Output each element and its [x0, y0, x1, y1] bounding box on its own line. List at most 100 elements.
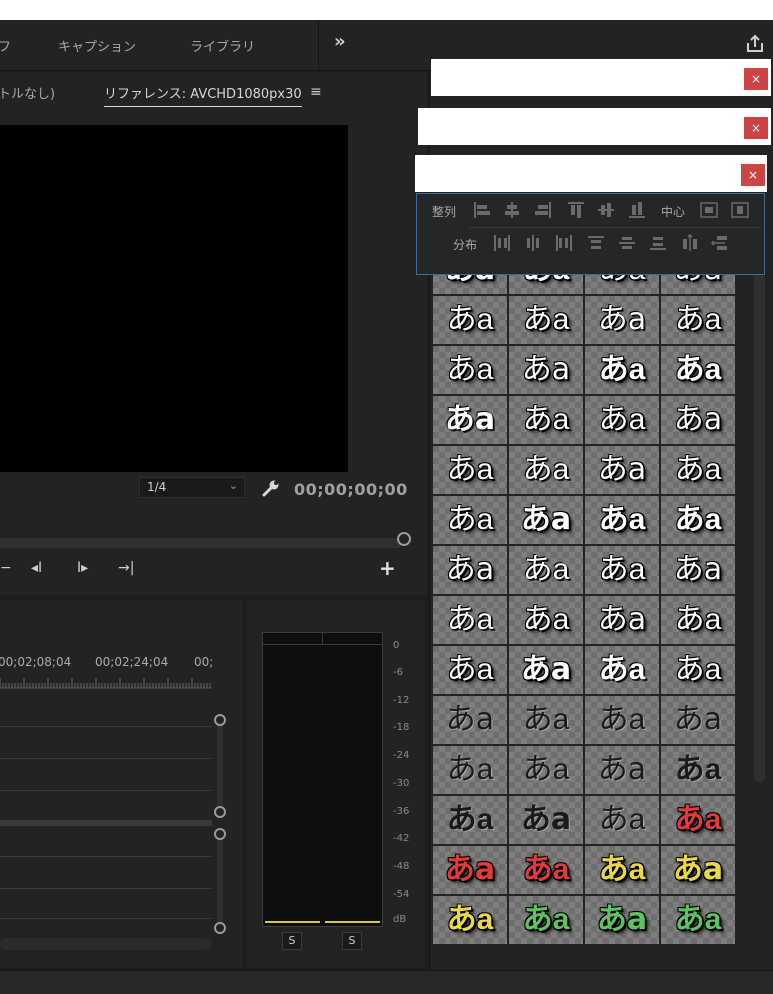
text-style-preset[interactable]: あa	[661, 746, 735, 794]
distribute-bottom-icon[interactable]	[649, 234, 667, 252]
distribute-vertical-center-icon[interactable]	[618, 234, 636, 252]
text-style-preset[interactable]: あa	[509, 896, 583, 944]
center-horizontal-icon[interactable]	[731, 201, 749, 219]
timeline-ruler[interactable]	[0, 675, 212, 689]
styles-vscroll[interactable]	[754, 270, 765, 782]
align-horizontal-center-icon[interactable]	[503, 201, 521, 219]
text-style-preset[interactable]: あa	[509, 546, 583, 594]
vscroll-handle-top[interactable]	[214, 828, 226, 840]
timeline-hscroll[interactable]	[0, 938, 212, 950]
align-left-icon[interactable]	[473, 201, 491, 219]
text-style-preset[interactable]: あa	[433, 646, 507, 694]
close-icon[interactable]: ×	[744, 117, 768, 139]
text-style-preset[interactable]: あa	[661, 546, 735, 594]
text-style-preset[interactable]: あa	[509, 596, 583, 644]
align-right-icon[interactable]	[534, 201, 552, 219]
text-style-preset[interactable]: あa	[433, 696, 507, 744]
timecode-display[interactable]: 00;00;00;00	[294, 480, 408, 499]
text-style-preset[interactable]: あa	[433, 846, 507, 894]
text-style-preset[interactable]: あa	[661, 896, 735, 944]
step-back-button[interactable]: ◂I	[31, 560, 42, 576]
solo-button-right[interactable]: S	[342, 932, 362, 950]
track-vscroll[interactable]	[217, 838, 223, 926]
text-style-preset[interactable]: あa	[661, 296, 735, 344]
align-top-icon[interactable]	[567, 201, 585, 219]
text-style-preset[interactable]: あa	[509, 696, 583, 744]
workspace-tab-captions[interactable]: キャプション	[58, 36, 136, 55]
track-vscroll[interactable]	[217, 720, 223, 812]
share-icon[interactable]	[745, 34, 765, 54]
distribute-top-icon[interactable]	[587, 234, 605, 252]
text-style-preset[interactable]: あa	[509, 446, 583, 494]
text-style-preset[interactable]: あa	[661, 696, 735, 744]
distribute-horizontal-spacing-icon[interactable]	[681, 234, 699, 252]
text-style-preset[interactable]: あa	[661, 496, 735, 544]
text-style-preset[interactable]: あa	[509, 646, 583, 694]
mark-out-button[interactable]: −	[0, 560, 12, 576]
text-style-preset[interactable]: あa	[585, 296, 659, 344]
text-style-preset[interactable]: あa	[585, 646, 659, 694]
wrench-icon[interactable]	[262, 479, 280, 497]
distribute-vertical-spacing-icon[interactable]	[711, 234, 729, 252]
monitor-tab-reference[interactable]: リファレンス: AVCHD1080px30	[104, 83, 302, 107]
monitor-tab-left[interactable]: トルなし)	[0, 83, 55, 102]
text-style-preset[interactable]: あa	[585, 446, 659, 494]
text-style-preset[interactable]: あa	[585, 546, 659, 594]
text-style-preset[interactable]: あa	[509, 746, 583, 794]
center-vertical-icon[interactable]	[700, 201, 718, 219]
text-style-preset[interactable]: あa	[661, 446, 735, 494]
text-style-preset[interactable]: あa	[509, 846, 583, 894]
text-style-preset[interactable]: あa	[433, 446, 507, 494]
track-separator[interactable]	[0, 820, 212, 826]
text-style-preset[interactable]: あa	[509, 296, 583, 344]
text-style-preset[interactable]: あa	[433, 496, 507, 544]
workspace-tab-libraries[interactable]: ライブラリ	[190, 36, 255, 55]
text-style-preset[interactable]: あa	[433, 546, 507, 594]
text-style-preset[interactable]: あa	[661, 346, 735, 394]
text-style-preset[interactable]: あa	[509, 496, 583, 544]
text-style-preset[interactable]: あa	[585, 746, 659, 794]
workspace-tab-partial[interactable]: フ	[0, 36, 11, 55]
text-style-preset[interactable]: あa	[585, 496, 659, 544]
text-style-preset[interactable]: あa	[509, 346, 583, 394]
text-style-preset[interactable]: あa	[585, 346, 659, 394]
zoom-select[interactable]: 1/4 ⌄	[139, 477, 245, 498]
align-vertical-center-icon[interactable]	[597, 201, 615, 219]
text-style-preset[interactable]: あa	[661, 646, 735, 694]
scrub-end-handle[interactable]	[397, 532, 411, 546]
text-style-preset[interactable]: あa	[433, 746, 507, 794]
text-style-preset[interactable]: あa	[661, 396, 735, 444]
vscroll-handle-bottom[interactable]	[214, 806, 226, 818]
text-style-preset[interactable]: あa	[661, 596, 735, 644]
text-style-preset[interactable]: あa	[433, 796, 507, 844]
text-style-preset[interactable]: あa	[433, 396, 507, 444]
text-style-preset[interactable]: あa	[585, 796, 659, 844]
text-style-preset[interactable]: あa	[433, 596, 507, 644]
text-style-preset[interactable]: あa	[585, 896, 659, 944]
text-style-preset[interactable]: あa	[661, 796, 735, 844]
step-forward-button[interactable]: I▸	[77, 560, 88, 576]
panel-menu-icon[interactable]: ≡	[310, 84, 322, 100]
text-style-preset[interactable]: あa	[433, 896, 507, 944]
text-style-preset[interactable]: あa	[433, 296, 507, 344]
vscroll-handle-top[interactable]	[214, 714, 226, 726]
solo-button-left[interactable]: S	[282, 932, 302, 950]
workspace-more-button[interactable]: »	[334, 31, 346, 52]
close-icon[interactable]: ×	[741, 164, 765, 186]
align-bottom-icon[interactable]	[628, 201, 646, 219]
text-style-preset[interactable]: あa	[433, 346, 507, 394]
close-icon[interactable]: ×	[744, 68, 768, 90]
distribute-right-icon[interactable]	[555, 234, 573, 252]
text-style-preset[interactable]: あa	[661, 846, 735, 894]
add-button[interactable]: +	[379, 556, 396, 580]
text-style-preset[interactable]: あa	[509, 796, 583, 844]
text-style-preset[interactable]: あa	[585, 696, 659, 744]
text-style-preset[interactable]: あa	[585, 596, 659, 644]
text-style-preset[interactable]: あa	[509, 396, 583, 444]
go-to-out-button[interactable]: →|	[118, 560, 134, 576]
vscroll-handle-bottom[interactable]	[214, 922, 226, 934]
distribute-horizontal-center-icon[interactable]	[524, 234, 542, 252]
text-style-preset[interactable]: あa	[585, 846, 659, 894]
distribute-left-icon[interactable]	[493, 234, 511, 252]
scrub-bar[interactable]	[0, 538, 400, 548]
